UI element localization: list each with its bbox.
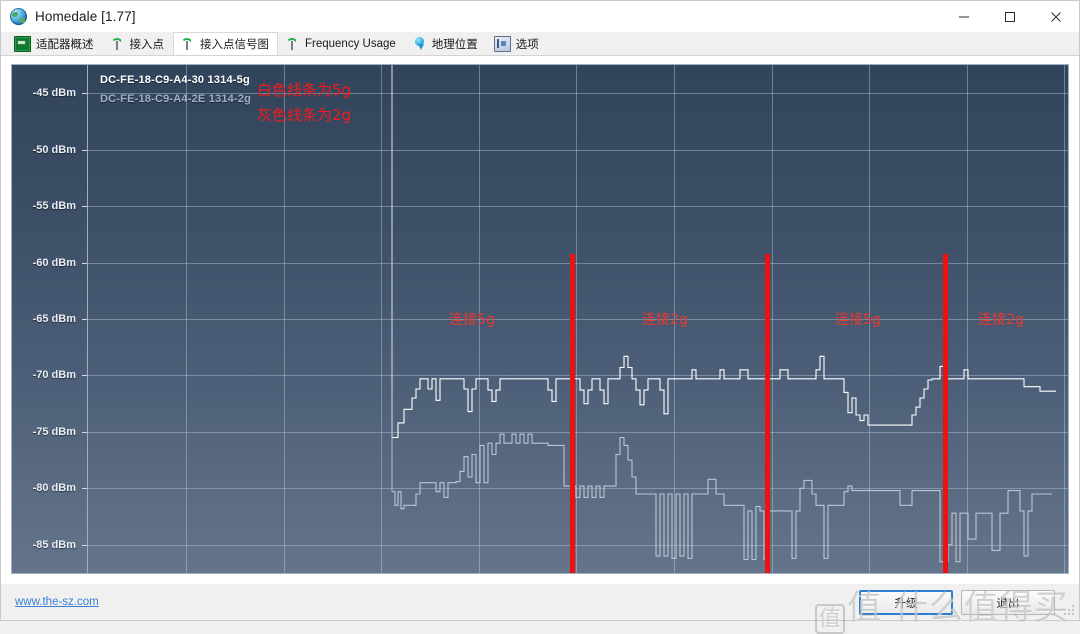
y-axis: -45 dBm -50 dBm -55 dBm -60 dBm -65 dBm -70 d… <box>11 64 87 574</box>
minimize-icon[interactable] <box>941 1 987 32</box>
watermark-logo: 值 <box>815 604 846 634</box>
close-icon[interactable] <box>1033 1 1079 32</box>
y-axis-tick-label: -80 dBm <box>32 482 76 495</box>
access-point-icon <box>110 37 125 51</box>
globe-icon <box>10 8 27 25</box>
window-title: Homedale [1.77] <box>35 9 136 24</box>
status-bar: www.the-sz.com 升级 退出 值值 什么值得买 <box>1 584 1079 634</box>
tab-label: 接入点信号图 <box>200 39 269 51</box>
y-axis-tick-label: -60 dBm <box>32 256 76 269</box>
signal-chart: -45 dBm -50 dBm -55 dBm -60 dBm -65 dBm -70 d… <box>1 56 1079 584</box>
plot-area[interactable]: DC-FE-18-C9-A4-30 1314-5g DC-FE-18-C9-A4… <box>87 64 1069 574</box>
location-pin-icon <box>412 36 427 51</box>
tab-geographic-location[interactable]: 地理位置 <box>405 32 487 55</box>
tab-adapter-overview[interactable]: 适配器概述 <box>7 32 103 55</box>
legend-annotation-5g: 白色线条为5g <box>257 81 352 99</box>
access-point-signal-icon <box>180 37 195 51</box>
y-axis-tick-label: -65 dBm <box>32 313 76 325</box>
tab-frequency-usage[interactable]: Frequency Usage <box>278 32 405 55</box>
marker-line-1 <box>570 253 575 573</box>
website-link[interactable]: www.the-sz.com <box>15 596 99 608</box>
series-line-2g <box>392 433 1052 563</box>
marker-line-2 <box>765 253 770 573</box>
tab-label: Frequency Usage <box>305 37 396 50</box>
tab-access-point-signal-graph[interactable]: 接入点信号图 <box>173 32 278 55</box>
tab-access-points[interactable]: 接入点 <box>103 32 174 55</box>
tab-label: 地理位置 <box>431 38 478 51</box>
options-icon <box>493 35 511 52</box>
application-window: Homedale [1.77] 适配器概述 接入点 接入点信号图 Frequen… <box>0 0 1080 634</box>
upgrade-button[interactable]: 升级 <box>859 590 953 615</box>
tab-label: 选项 <box>515 38 539 51</box>
connection-annotation-2: 连接2g <box>642 312 688 328</box>
frequency-icon <box>285 37 300 51</box>
marker-line-3 <box>943 253 948 573</box>
connection-annotation-4: 连接2g <box>978 312 1024 328</box>
y-axis-tick-label: -75 dBm <box>32 425 76 438</box>
y-axis-tick-label: -55 dBm <box>32 200 76 213</box>
window-controls <box>941 1 1079 32</box>
connection-annotation-3: 连接5g <box>835 312 881 328</box>
series-layer <box>391 65 1056 563</box>
resize-grip[interactable] <box>1063 605 1075 617</box>
series-line-5g <box>392 355 1056 439</box>
tab-options[interactable]: 选项 <box>487 32 548 55</box>
adapter-icon <box>14 35 31 52</box>
legend-annotation-2g: 灰色线条为2g <box>257 106 352 124</box>
tab-label: 接入点 <box>129 38 165 51</box>
title-bar: Homedale [1.77] <box>1 1 1079 32</box>
tab-label: 适配器概述 <box>36 38 94 51</box>
y-axis-tick-label: -70 dBm <box>32 369 76 382</box>
connection-annotation-1: 连接5g <box>449 312 495 328</box>
toolbar-tabs: 适配器概述 接入点 接入点信号图 Frequency Usage 地理位置 选项 <box>1 32 1079 56</box>
y-axis-tick-label: -85 dBm <box>32 538 76 551</box>
y-axis-tick-label: -50 dBm <box>32 143 76 156</box>
status-buttons: 升级 退出 <box>859 590 1055 615</box>
maximize-icon[interactable] <box>987 1 1033 32</box>
exit-button[interactable]: 退出 <box>961 590 1055 615</box>
y-axis-tick-label: -45 dBm <box>32 87 76 100</box>
